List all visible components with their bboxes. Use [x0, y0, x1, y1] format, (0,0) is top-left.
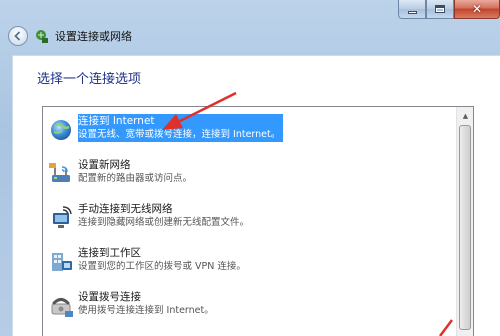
option-description: 连接到隐藏网络或创建新无线配置文件。	[78, 217, 250, 228]
wireless-network-icon	[53, 206, 72, 228]
page-title: 选择一个连接选项	[37, 72, 142, 87]
globe-icon	[51, 120, 71, 140]
workplace-icon	[52, 253, 72, 271]
option-description: 配置新的路由器或访问点。	[78, 173, 193, 184]
option-title: 连接到 Internet	[78, 114, 284, 128]
option-manual-wireless[interactable]: 手动连接到无线网络 连接到隐藏网络或创建新无线配置文件。	[45, 201, 455, 241]
option-connect-internet[interactable]: 连接到 Internet 设置无线、宽带或拨号连接，连接到 Internet。	[45, 113, 455, 153]
dialup-phone-icon	[51, 298, 73, 317]
minimize-button[interactable]	[398, 0, 426, 19]
maximize-icon	[435, 5, 445, 13]
option-title: 设置拨号连接	[78, 291, 141, 303]
option-description: 设置无线、宽带或拨号连接，连接到 Internet。	[78, 128, 284, 142]
option-description: 设置到您的工作区的拨号或 VPN 连接。	[78, 261, 246, 272]
network-setup-icon	[36, 30, 48, 43]
option-title: 设置新网络	[78, 159, 131, 171]
option-setup-dialup[interactable]: 设置拨号连接 使用拨号连接连接到 Internet。	[45, 289, 455, 329]
back-button[interactable]	[8, 26, 28, 46]
maximize-button[interactable]	[426, 0, 454, 19]
scroll-thumb[interactable]	[459, 125, 471, 330]
minimize-icon	[407, 10, 417, 14]
close-icon: ✕	[471, 2, 483, 16]
vertical-scrollbar[interactable]: ▲	[456, 107, 473, 336]
connection-options-list: 连接到 Internet 设置无线、宽带或拨号连接，连接到 Internet。 …	[42, 106, 474, 336]
wizard-header: 设置连接或网络	[8, 24, 132, 48]
wizard-content: 选择一个连接选项 连接到 Internet 设置无线、宽带或拨号连接，连接到 I…	[12, 55, 500, 336]
router-icon	[49, 163, 70, 182]
option-setup-new-network[interactable]: 设置新网络 配置新的路由器或访问点。	[45, 157, 455, 197]
scroll-up-icon[interactable]: ▲	[457, 107, 473, 124]
wizard-title: 设置连接或网络	[55, 30, 132, 43]
option-title: 手动连接到无线网络	[78, 203, 173, 215]
close-button[interactable]: ✕	[454, 0, 500, 19]
back-arrow-icon	[14, 31, 21, 41]
option-description: 使用拨号连接连接到 Internet。	[78, 305, 214, 316]
option-title: 连接到工作区	[78, 247, 141, 259]
window-controls: ✕	[398, 0, 500, 21]
option-connect-workplace[interactable]: 连接到工作区 设置到您的工作区的拨号或 VPN 连接。	[45, 245, 455, 285]
